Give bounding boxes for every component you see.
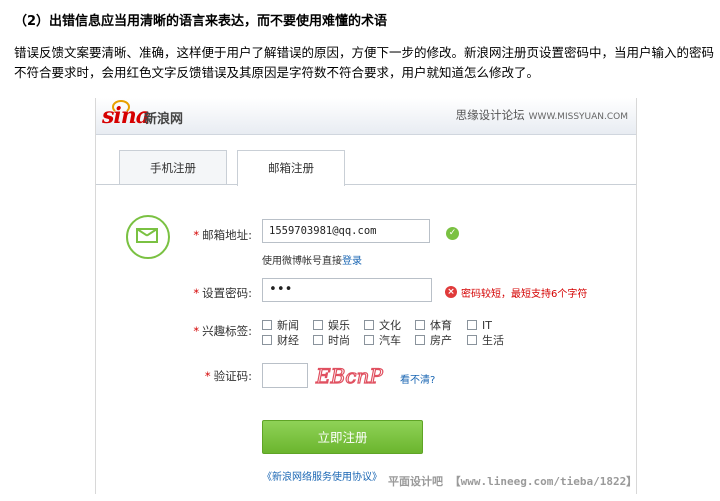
watermark-url: WWW.MISSYUAN.COM bbox=[528, 112, 628, 122]
captcha-refresh-link[interactable]: 看不清? bbox=[400, 371, 435, 386]
tabs-divider bbox=[96, 184, 636, 185]
section-heading: （2）出错信息应当用清晰的语言来表达，而不要使用难懂的术语 bbox=[14, 14, 388, 29]
interest-option[interactable]: 文化 bbox=[364, 319, 401, 333]
sina-logo[interactable]: sina bbox=[102, 103, 150, 129]
bottom-watermark: 平面设计吧 【www.lineeg.com/tieba/1822】 bbox=[388, 475, 638, 488]
checkbox[interactable] bbox=[467, 335, 477, 345]
checkbox[interactable] bbox=[262, 335, 272, 345]
checkbox[interactable] bbox=[415, 335, 425, 345]
interests-label: * 兴趣标签: bbox=[193, 324, 252, 338]
email-hint: 使用微博帐号直接登录 bbox=[262, 256, 362, 267]
check-icon: ✓ bbox=[446, 227, 459, 240]
interest-option[interactable]: 生活 bbox=[467, 334, 504, 348]
required-star-icon: * bbox=[193, 228, 200, 242]
required-star-icon: * bbox=[204, 369, 211, 383]
password-field[interactable]: ••• bbox=[262, 278, 432, 302]
checkbox[interactable] bbox=[313, 320, 323, 330]
email-label: * 邮箱地址: bbox=[193, 228, 252, 242]
checkbox[interactable] bbox=[364, 320, 374, 330]
captcha-field[interactable] bbox=[262, 363, 308, 388]
header-bar: sina 新浪网 思缘设计论坛 WWW.MISSYUAN.COM bbox=[96, 98, 636, 135]
interest-option[interactable]: 房产 bbox=[415, 334, 452, 348]
interest-option[interactable]: 体育 bbox=[415, 319, 452, 333]
checkbox[interactable] bbox=[467, 320, 477, 330]
checkbox[interactable] bbox=[364, 335, 374, 345]
sina-register-screenshot: sina 新浪网 思缘设计论坛 WWW.MISSYUAN.COM 手机注册 邮箱注… bbox=[95, 98, 637, 494]
checkbox[interactable] bbox=[313, 335, 323, 345]
error-icon: × bbox=[445, 286, 457, 298]
interest-option[interactable]: 汽车 bbox=[364, 334, 401, 348]
captcha-text: EBcnP bbox=[315, 364, 383, 388]
captcha-image[interactable]: EBcnP bbox=[312, 362, 396, 390]
interest-option[interactable]: 财经 bbox=[262, 334, 299, 348]
required-star-icon: * bbox=[193, 324, 200, 338]
interest-option[interactable]: 娱乐 bbox=[313, 319, 350, 333]
sina-logo-cn: 新浪网 bbox=[144, 112, 184, 127]
email-field[interactable]: 1559703981@qq.com bbox=[262, 219, 430, 243]
terms-link[interactable]: 《新浪网络服务使用协议》 bbox=[262, 468, 382, 483]
envelope-icon bbox=[136, 228, 158, 243]
tab-phone-register[interactable]: 手机注册 bbox=[119, 150, 227, 185]
body-paragraph: 错误反馈文案要清晰、准确，这样便于用户了解错误的原因，方便下一步的修改。新浪网注… bbox=[14, 45, 715, 80]
interest-option[interactable]: 新闻 bbox=[262, 319, 299, 333]
login-link[interactable]: 登录 bbox=[342, 256, 362, 267]
register-button[interactable]: 立即注册 bbox=[262, 420, 423, 454]
password-label: * 设置密码: bbox=[193, 286, 252, 300]
checkbox[interactable] bbox=[262, 320, 272, 330]
captcha-label: * 验证码: bbox=[204, 369, 252, 383]
watermark-name: 思缘设计论坛 bbox=[455, 108, 525, 122]
password-error-message: 密码较短，最短支持6个字符 bbox=[461, 289, 588, 300]
top-watermark: 思缘设计论坛 WWW.MISSYUAN.COM bbox=[456, 107, 628, 123]
tab-email-register[interactable]: 邮箱注册 bbox=[237, 150, 345, 186]
interest-option[interactable]: IT bbox=[467, 319, 492, 333]
interest-option[interactable]: 时尚 bbox=[313, 334, 350, 348]
checkbox[interactable] bbox=[415, 320, 425, 330]
required-star-icon: * bbox=[193, 286, 200, 300]
